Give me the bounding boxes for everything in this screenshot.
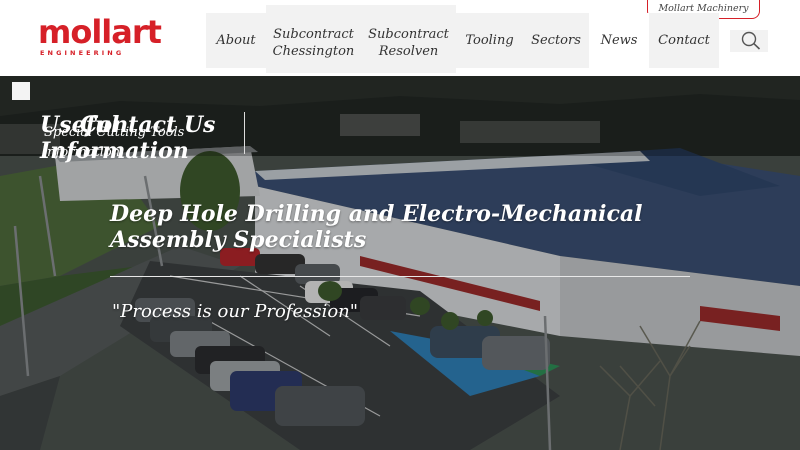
- logo-wordmark: mollart: [38, 13, 162, 51]
- slider-control[interactable]: [12, 82, 30, 100]
- hero-divider: [110, 276, 690, 277]
- nav-subcontract-chessington[interactable]: Subcontract Chessington: [266, 5, 361, 73]
- divider-line: [244, 112, 245, 154]
- nav-tooling[interactable]: Tooling: [456, 13, 523, 68]
- hero-headline: Deep Hole Drilling and Electro-Mechanica…: [110, 201, 643, 253]
- nav-resolven-line2: Resolven: [378, 44, 439, 59]
- nav-contact[interactable]: Contact: [649, 13, 719, 68]
- overlap-information-small[interactable]: Information: [42, 140, 120, 166]
- hero-banner: Contact Us Useful Information Special Cu…: [0, 76, 800, 450]
- main-navigation: About Subcontract Chessington Subcontrac…: [206, 5, 719, 73]
- nav-resolven-line1: Subcontract: [368, 27, 449, 42]
- nav-chessington-line1: Subcontract: [273, 27, 354, 42]
- hero-tagline: "Process is our Profession": [112, 301, 359, 322]
- logo-subtitle: ENGINEERING: [40, 49, 125, 57]
- search-icon: [741, 31, 761, 50]
- site-header: mollart ENGINEERING Mollart Machinery Ab…: [0, 0, 800, 76]
- nav-subcontract-resolven[interactable]: Subcontract Resolven: [361, 5, 456, 73]
- nav-chessington-line2: Chessington: [272, 44, 355, 59]
- search-button[interactable]: [730, 30, 768, 52]
- nav-about[interactable]: About: [206, 13, 266, 68]
- nav-news[interactable]: News: [589, 13, 649, 68]
- nav-sectors[interactable]: Sectors: [523, 13, 589, 68]
- company-logo[interactable]: mollart ENGINEERING: [38, 14, 162, 58]
